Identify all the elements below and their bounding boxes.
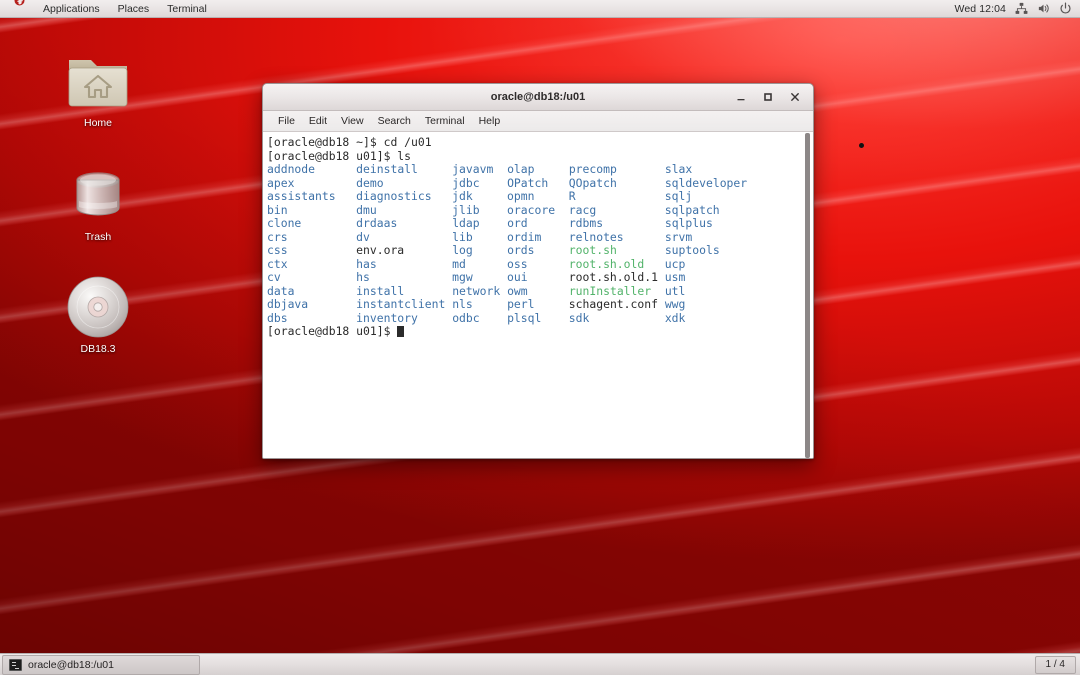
workspace-label: 1 / 4 xyxy=(1046,659,1065,670)
mouse-pointer xyxy=(859,143,864,148)
terminal-output[interactable]: [oracle@db18 ~]$ cd /u01[oracle@db18 u01… xyxy=(263,132,800,458)
desktop-icon-db18[interactable]: DB18.3 xyxy=(50,276,146,355)
terminal-listing-row: assistants diagnostics jdk opmn R sqlj xyxy=(267,190,794,204)
fedora-logo-glyph xyxy=(14,0,25,6)
top-panel-menus: Applications Places Terminal xyxy=(0,0,216,23)
desktop-icon-trash[interactable]: Trash xyxy=(50,164,146,243)
close-icon[interactable] xyxy=(788,90,802,104)
taskbar-item-terminal[interactable]: oracle@db18:/u01 xyxy=(2,655,200,675)
minimize-icon[interactable] xyxy=(734,90,748,104)
terminal-titlebar[interactable]: oracle@db18:/u01 xyxy=(263,84,813,111)
clock[interactable]: Wed 12:04 xyxy=(955,3,1007,15)
window-controls xyxy=(734,90,813,104)
desktop-icon-label: Home xyxy=(50,117,146,129)
menu-terminal[interactable]: Terminal xyxy=(418,112,472,130)
maximize-icon[interactable] xyxy=(761,90,775,104)
terminal-listing-row: bin dmu jlib oracore racg sqlpatch xyxy=(267,204,794,218)
desktop-icon-home[interactable]: Home xyxy=(50,50,146,129)
power-icon[interactable] xyxy=(1059,2,1072,15)
desktop: Applications Places Terminal Wed 12:04 xyxy=(0,0,1080,675)
network-icon[interactable] xyxy=(1015,2,1028,15)
menu-file[interactable]: File xyxy=(271,112,302,130)
terminal-listing-row: cv hs mgw oui root.sh.old.1 usm xyxy=(267,271,794,285)
top-panel: Applications Places Terminal Wed 12:04 xyxy=(0,0,1080,18)
terminal-listing-row: apex demo jdbc OPatch QOpatch sqldevelop… xyxy=(267,177,794,191)
home-folder-icon xyxy=(50,50,146,112)
window-title: oracle@db18:/u01 xyxy=(263,91,813,103)
terminal-listing-row: ctx has md oss root.sh.old ucp xyxy=(267,258,794,272)
terminal-listing-row: data install network owm runInstaller ut… xyxy=(267,285,794,299)
scrollbar-thumb[interactable] xyxy=(805,133,810,458)
terminal-listing-row: clone drdaas ldap ord rdbms sqlplus xyxy=(267,217,794,231)
menu-view[interactable]: View xyxy=(334,112,371,130)
terminal-menubar: File Edit View Search Terminal Help xyxy=(263,111,813,132)
terminal-line: [oracle@db18 u01]$ ls xyxy=(267,150,794,164)
taskbar-item-label: oracle@db18:/u01 xyxy=(28,659,114,671)
terminal-icon xyxy=(9,659,22,671)
menu-help[interactable]: Help xyxy=(472,112,508,130)
bottom-panel: oracle@db18:/u01 1 / 4 xyxy=(0,653,1080,675)
terminal-prompt: [oracle@db18 u01]$ xyxy=(267,325,794,339)
terminal-listing-row: addnode deinstall javavm olap precomp sl… xyxy=(267,163,794,177)
terminal-listing-row: dbs inventory odbc plsql sdk xdk xyxy=(267,312,794,326)
menu-search[interactable]: Search xyxy=(371,112,418,130)
terminal-window[interactable]: oracle@db18:/u01 File Edit View Search T… xyxy=(262,83,814,459)
terminal-cursor xyxy=(397,326,404,338)
desktop-icon-label: DB18.3 xyxy=(50,343,146,355)
menu-applications[interactable]: Applications xyxy=(34,0,109,18)
menu-places[interactable]: Places xyxy=(109,0,159,18)
menu-edit[interactable]: Edit xyxy=(302,112,334,130)
terminal-body[interactable]: [oracle@db18 ~]$ cd /u01[oracle@db18 u01… xyxy=(263,132,813,458)
desktop-icon-label: Trash xyxy=(50,231,146,243)
optical-disc-icon xyxy=(50,276,146,338)
terminal-scrollbar[interactable] xyxy=(800,132,813,458)
terminal-listing-row: crs dv lib ordim relnotes srvm xyxy=(267,231,794,245)
terminal-listing-row: dbjava instantclient nls perl schagent.c… xyxy=(267,298,794,312)
terminal-line: [oracle@db18 ~]$ cd /u01 xyxy=(267,136,794,150)
menu-terminal[interactable]: Terminal xyxy=(158,0,216,18)
top-panel-tray: Wed 12:04 xyxy=(955,2,1080,15)
fedora-logo-icon[interactable] xyxy=(5,0,34,23)
terminal-listing-row: css env.ora log ords root.sh suptools xyxy=(267,244,794,258)
trash-icon xyxy=(50,164,146,226)
volume-icon[interactable] xyxy=(1037,2,1050,15)
workspace-switcher[interactable]: 1 / 4 xyxy=(1035,656,1076,674)
